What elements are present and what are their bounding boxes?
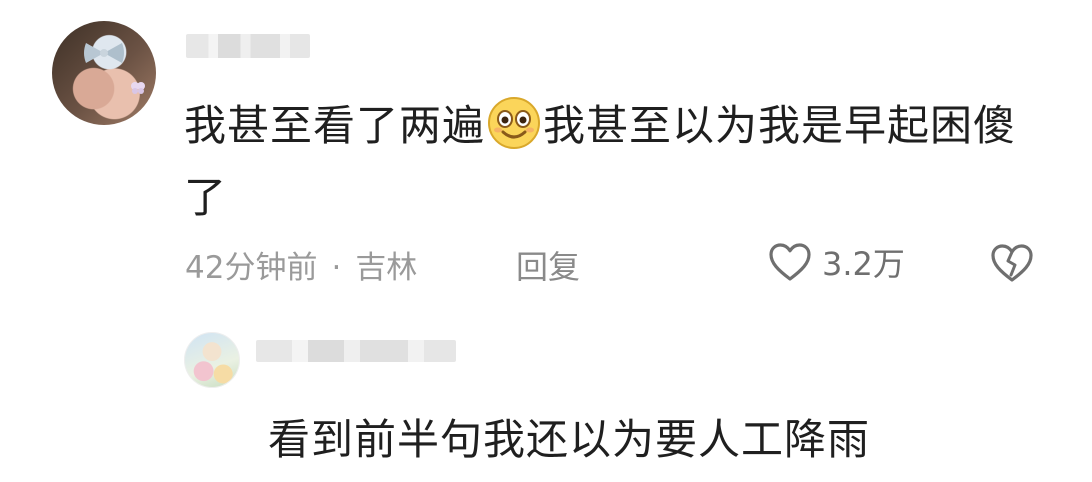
reply-button[interactable]: 回复: [516, 242, 580, 288]
like-count: 3.2万: [822, 245, 905, 283]
comment-item: 我甚至看了两遍 我甚至以为我是早起困傻了 42分钟前 · 吉林 回复 3.2万: [0, 0, 1092, 300]
reply-avatar[interactable]: [184, 332, 240, 388]
username-blurred[interactable]: [186, 34, 310, 58]
comment-location: 吉林: [355, 250, 418, 286]
heart-outline-icon: [769, 243, 811, 281]
meta-separator: ·: [331, 250, 342, 286]
comment-text: 我甚至看了两遍 我甚至以为我是早起困傻了: [184, 90, 1054, 234]
bow-decoration: [84, 43, 124, 63]
butterfly-icon: [131, 82, 145, 94]
comment-time: 42分钟前: [185, 250, 318, 286]
comment-text-part-1: 我甚至看了两遍: [184, 101, 486, 150]
reply-text: 看到前半句我还以为要人工降雨: [268, 415, 871, 464]
comment-meta: 42分钟前 · 吉林: [185, 242, 417, 287]
avatar[interactable]: [52, 21, 156, 125]
like-button[interactable]: 3.2万: [768, 240, 905, 284]
broken-heart-icon[interactable]: [990, 242, 1034, 284]
smiling-face-emoji-icon: [488, 97, 541, 149]
reply-username-blurred[interactable]: [256, 340, 456, 362]
